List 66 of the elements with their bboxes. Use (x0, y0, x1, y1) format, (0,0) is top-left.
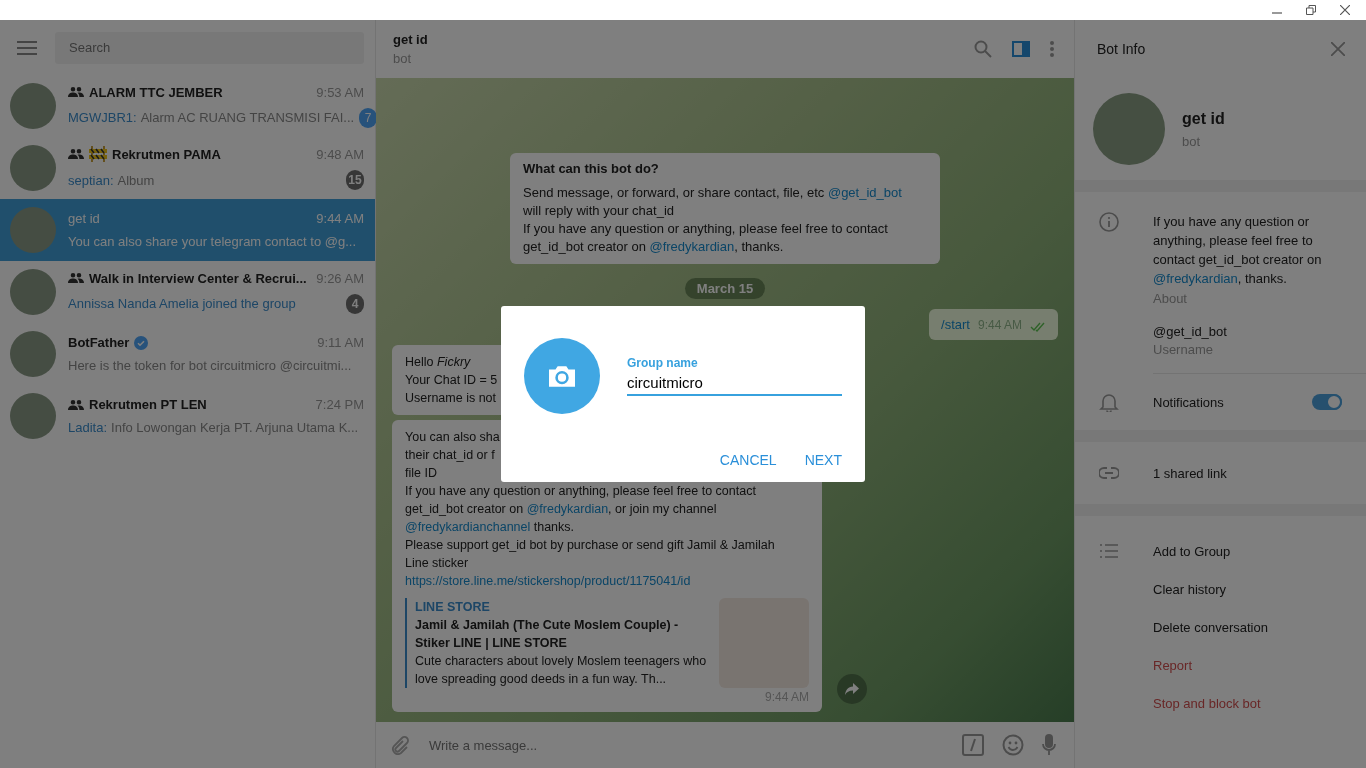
info-icon (1099, 212, 1119, 232)
avatar-photo (10, 393, 56, 439)
username: @get_id_bot (1153, 324, 1228, 339)
link-preview-description: Cute characters about lovely Moslem teenagers who love spreading good deeds in a fun way. Th... (415, 653, 708, 688)
bot-command-icon[interactable] (962, 734, 984, 756)
panel-action[interactable]: Clear history (1153, 581, 1366, 597)
panel-action[interactable]: Add to Group (1153, 543, 1366, 559)
list-icon (1099, 544, 1119, 558)
chat-name: Rekrutmen PAMA (112, 146, 221, 162)
notifications-label: Notifications (1153, 394, 1225, 410)
about-text: If you have any question or anything, please feel free to contact get_id_bot creator on @fredykardian, thanks. (1153, 213, 1323, 288)
avatar-photo (10, 331, 56, 377)
command-link[interactable]: /start (941, 317, 970, 332)
panel-title: Bot Info (1097, 41, 1146, 57)
avatar-photo (10, 269, 56, 315)
chat-name: BotFather (68, 335, 130, 350)
more-icon[interactable] (1050, 41, 1054, 57)
unread-count: 15 (346, 170, 364, 190)
link-icon (1099, 467, 1119, 479)
chat-preview: You can also share your telegram contact to @g... (68, 234, 358, 249)
link-preview-site: LINE STORE (415, 599, 491, 616)
panel-action[interactable]: Delete conversation (1153, 619, 1366, 635)
field-label: Group name (627, 356, 699, 370)
chat-preview: Annissa Nanda Amelia joined the group (68, 296, 297, 311)
notifications-toggle[interactable] (1312, 394, 1342, 410)
message-text: Hello Fickry Your Chat ID = 5 Username is not (405, 354, 498, 407)
chat-preview: septian: Album (68, 172, 156, 188)
restore-icon[interactable] (1306, 5, 1316, 15)
forward-arrow-icon (845, 683, 859, 695)
panel-action[interactable]: Report (1153, 657, 1366, 673)
unread-count: 7 (359, 107, 378, 128)
shared-links-item[interactable]: 1 shared link (1153, 465, 1366, 481)
link[interactable]: https://store.line.me/stickershop/product/1175041/id (405, 574, 691, 588)
microphone-icon[interactable] (1042, 734, 1056, 756)
chat-name: get id (68, 211, 100, 226)
link[interactable]: @fredykardianchannel (405, 520, 531, 534)
search-field[interactable]: Search (55, 31, 364, 64)
profile-name: get id (1182, 109, 1225, 128)
bot-description-title: What can this bot do? (523, 161, 660, 176)
emoji-icon[interactable] (1002, 734, 1024, 756)
close-icon[interactable] (1340, 5, 1350, 15)
avatar-photo (10, 83, 56, 129)
chat-preview: MGWJBR1: Alarm AC RUANG TRANSMISI FAI... (68, 110, 355, 125)
search-icon[interactable] (974, 40, 992, 58)
chat-name: Walk in Interview Center & Recrui... (89, 270, 307, 286)
panel-action[interactable]: Stop and block bot (1153, 695, 1366, 711)
chat-preview: Ladita: Info Lowongan Kerja PT. Arjuna Utama K... (68, 420, 360, 435)
avatar-photo (10, 207, 56, 253)
dialog-button[interactable]: NEXT (794, 444, 852, 476)
dialog-button[interactable]: CANCEL (709, 444, 787, 476)
mention-link[interactable]: @get_id_bot (827, 185, 902, 200)
unread-count: 4 (346, 293, 364, 314)
chat-time: 9:44 AM (316, 211, 364, 226)
mention-link[interactable]: @fredykardian (1153, 271, 1238, 286)
bell-icon (1099, 392, 1119, 412)
menu-icon[interactable] (17, 40, 37, 55)
link-preview-title: Jamil & Jamilah (The Cute Moslem Couple) - Stiker LINE | LINE STORE (415, 617, 680, 652)
side-panel-icon[interactable] (1012, 41, 1030, 57)
chat-list-item[interactable]: get id 9:44 AM You can also share your telegram contact to @g... (0, 199, 375, 261)
camera-icon (549, 365, 575, 387)
chat-title: get id (393, 32, 429, 47)
paperclip-icon[interactable] (389, 735, 409, 755)
chat-name: Rekrutmen PT LEN (89, 397, 207, 412)
chat-name: ALARM TTC JEMBER (89, 84, 223, 100)
avatar-photo (10, 145, 56, 191)
message-text: Send message, or forward, or share contact, file, etc @get_id_bot will reply with your chat_id If you have any question or anything, please feel free to contact get_id_bot creator on @fredykardian, thanks. (523, 184, 903, 256)
